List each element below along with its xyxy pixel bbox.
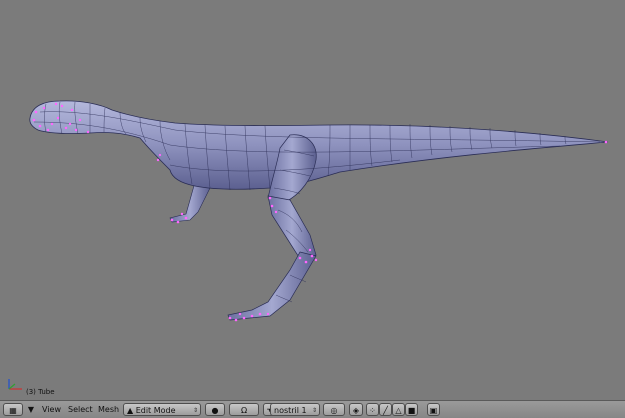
- mode-label: Edit Mode: [135, 406, 176, 415]
- object-label: (3) Tube: [26, 388, 55, 396]
- snap-button[interactable]: ◈: [349, 403, 363, 416]
- menu-mesh[interactable]: Mesh: [96, 403, 121, 416]
- pivot-icon: Ω: [240, 406, 248, 415]
- 3d-viewport[interactable]: (3) Tube: [0, 0, 625, 400]
- mode-dropdown[interactable]: ▲ Edit Mode ⇕: [123, 403, 201, 416]
- vertex-select-icon: ⁘: [369, 406, 376, 415]
- pivot-button[interactable]: Ω: [229, 403, 259, 416]
- triangle-mode-icon: ▲: [127, 406, 134, 415]
- collapse-menu-button[interactable]: ▼: [26, 403, 36, 416]
- solid-sphere-icon: ●: [211, 406, 219, 415]
- edge-select-button[interactable]: ╱: [379, 403, 392, 416]
- far-leg: [169, 181, 211, 223]
- render-icon: ▣: [429, 406, 438, 415]
- grid-icon: ▦: [9, 406, 17, 415]
- near-shin: [267, 195, 317, 263]
- menu-view[interactable]: View: [40, 403, 63, 416]
- dinosaur-mesh[interactable]: [0, 0, 625, 400]
- occlude-button[interactable]: ■: [405, 403, 418, 416]
- axes-gizmo-icon: [8, 379, 22, 390]
- occlude-icon: ■: [407, 406, 416, 415]
- triangle-down-icon: ▼: [27, 405, 35, 414]
- proportional-icon: ◎: [330, 406, 338, 415]
- snap-icon: ◈: [352, 406, 360, 415]
- viewport-shading-button[interactable]: ●: [205, 403, 225, 416]
- updown-arrows-icon-2: ⇕: [311, 407, 317, 414]
- editor-type-button[interactable]: ▦: [3, 403, 23, 416]
- face-select-button[interactable]: △: [392, 403, 405, 416]
- face-select-icon: △: [395, 406, 402, 415]
- updown-arrows-icon: ⇕: [192, 407, 198, 414]
- viewport-header: ▦ ▼ View Select Mesh ▲ Edit Mode ⇕ ● Ω ☚…: [0, 400, 625, 418]
- menu-select[interactable]: Select: [66, 403, 95, 416]
- proportional-edit-button[interactable]: ◎: [323, 403, 345, 416]
- vertex-select-button[interactable]: ⁘: [366, 403, 379, 416]
- near-foot: [227, 251, 317, 321]
- edge-select-icon: ╱: [383, 406, 388, 415]
- layer-label: nostril 1: [274, 406, 307, 415]
- body-mesh: [29, 100, 609, 190]
- layer-dropdown[interactable]: nostril 1 ⇕: [270, 403, 320, 416]
- render-button[interactable]: ▣: [427, 403, 440, 416]
